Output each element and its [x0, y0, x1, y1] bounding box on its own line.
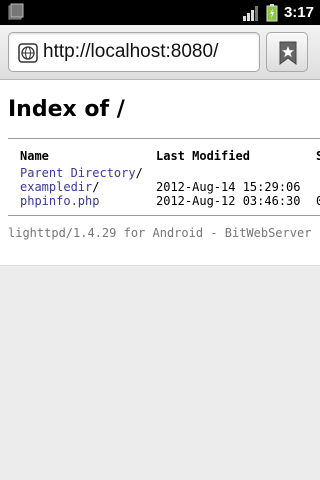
entry-cell: Parent Directory/ — [20, 166, 143, 180]
entry-suffix: / — [92, 180, 100, 194]
column-header-size[interactable]: S — [316, 149, 320, 163]
globe-icon — [18, 43, 38, 63]
column-header-name[interactable]: Name — [20, 149, 49, 163]
entry-size: 0 — [316, 194, 320, 208]
page-title: Index of / — [8, 97, 125, 122]
status-bar: 3:17 — [0, 0, 320, 25]
server-footer: lighttpd/1.4.29 for Android - BitWebServ… — [8, 226, 312, 240]
bookmark-icon — [279, 41, 297, 65]
entry-modified: 2012-Aug-12 03:46:30 — [156, 194, 301, 208]
entry-link-exampledir[interactable]: exampledir — [20, 180, 92, 194]
entry-cell: exampledir/ — [20, 180, 99, 194]
bookmark-button[interactable] — [266, 32, 308, 72]
entry-modified: 2012-Aug-14 15:29:06 — [156, 180, 301, 194]
browser-toolbar: http://localhost:8080/ — [0, 25, 320, 80]
column-header-last-modified[interactable]: Last Modified — [156, 149, 250, 163]
signal-icon — [242, 5, 258, 21]
entry-suffix: / — [135, 166, 143, 180]
entry-cell: phpinfo.php — [20, 194, 99, 208]
url-field[interactable]: http://localhost:8080/ — [8, 32, 260, 72]
entry-link-parent-directory[interactable]: Parent Directory — [20, 166, 136, 180]
web-page: Index of / Name Last Modified S Parent D… — [0, 80, 320, 480]
app-icon — [8, 3, 24, 20]
clock: 3:17 — [283, 4, 314, 21]
battery-icon — [266, 3, 278, 21]
entry-link-phpinfo[interactable]: phpinfo.php — [20, 194, 99, 208]
directory-listing: Name Last Modified S Parent Directory/ e… — [8, 138, 320, 216]
url-text: http://localhost:8080/ — [43, 41, 219, 62]
